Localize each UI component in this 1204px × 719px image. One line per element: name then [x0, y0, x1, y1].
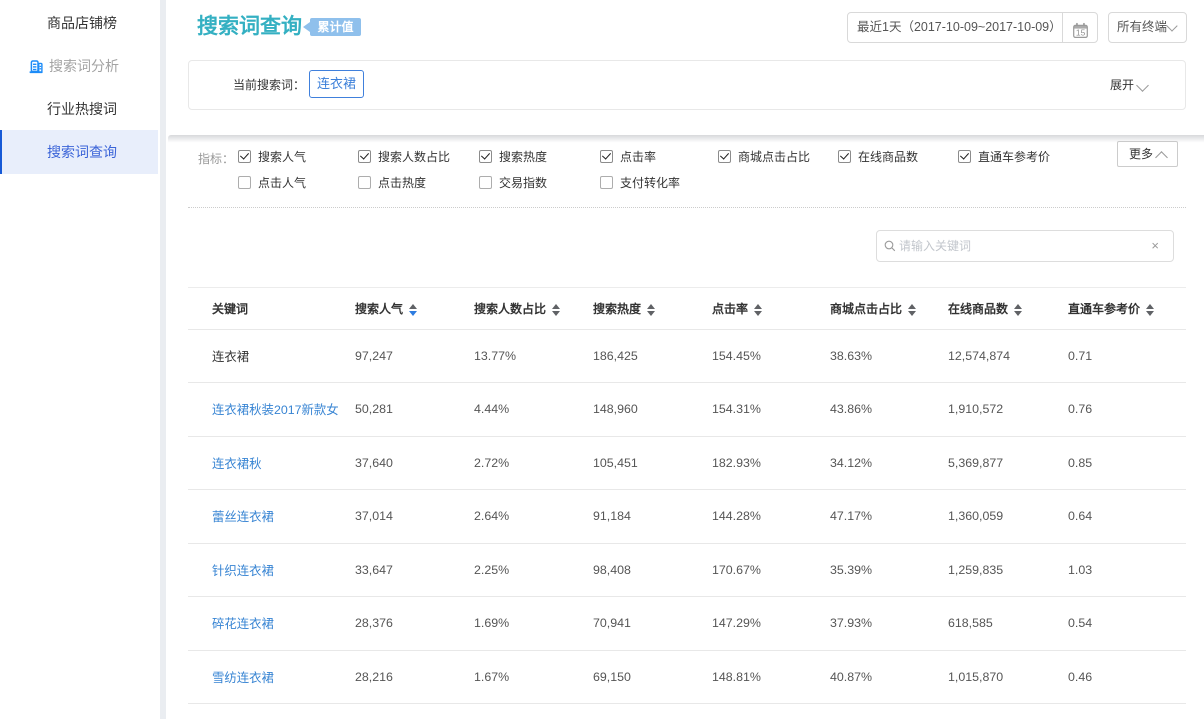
svg-text:15: 15	[1076, 28, 1086, 38]
